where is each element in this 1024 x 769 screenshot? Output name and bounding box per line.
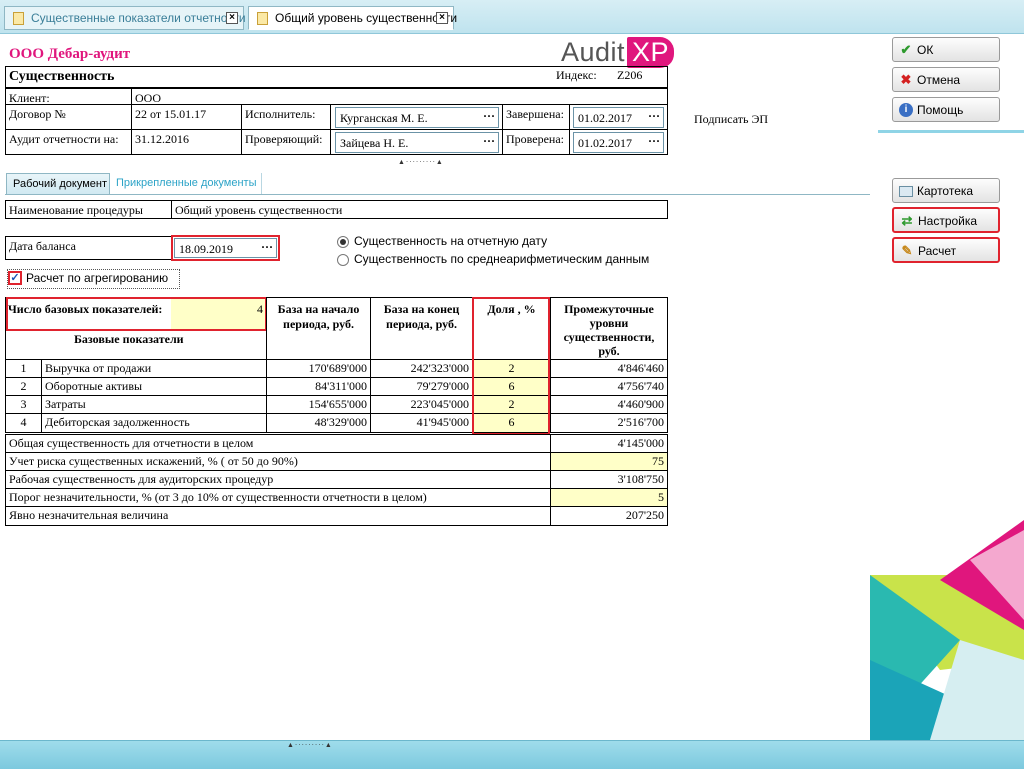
tab-working-document[interactable]: Рабочий документ bbox=[6, 173, 110, 195]
row-name: Затраты bbox=[41, 395, 267, 414]
folder-icon bbox=[899, 186, 913, 197]
client-value: ООО bbox=[131, 88, 668, 105]
status-bar bbox=[0, 740, 1024, 769]
radio-reporting-date[interactable] bbox=[337, 236, 349, 248]
row-start: 84'311'000 bbox=[266, 377, 371, 396]
bottom-splitter[interactable]: ▲·········▲ bbox=[287, 741, 333, 749]
calculator-icon: ✎ bbox=[901, 243, 913, 258]
decorative-shapes-graphic bbox=[870, 520, 1024, 740]
cancel-button[interactable]: ✖ Отмена bbox=[892, 67, 1000, 92]
row-start: 154'655'000 bbox=[266, 395, 371, 414]
auditxp-logo: Audit XP bbox=[561, 37, 675, 68]
row-number: 2 bbox=[5, 377, 42, 396]
tab-material-indicators[interactable]: Существенные показатели отчетности × bbox=[4, 6, 246, 30]
document-icon bbox=[257, 12, 268, 25]
completed-label: Завершена: bbox=[502, 104, 570, 130]
radio-label: Существенность по среднеарифметическим д… bbox=[354, 252, 650, 266]
col-end-header: База на конец периода, руб. bbox=[370, 297, 473, 360]
divider bbox=[878, 130, 1024, 133]
highlight-frame bbox=[171, 235, 280, 261]
card-file-button[interactable]: Картотека bbox=[892, 178, 1000, 203]
contract-value: 22 от 15.01.17 bbox=[131, 104, 242, 130]
calculate-button[interactable]: ✎ Расчет bbox=[892, 237, 1000, 263]
radio-average-data[interactable] bbox=[337, 254, 349, 266]
settings-icon: ⇄ bbox=[901, 213, 913, 228]
reviewer-field[interactable]: Зайцева Н. Е. ··· bbox=[335, 132, 499, 153]
summary-value: 3'108'750 bbox=[550, 470, 668, 489]
index-label: Индекс: bbox=[556, 68, 597, 82]
summary-label: Общая существенность для отчетности в це… bbox=[5, 434, 551, 453]
ok-button[interactable]: ✔ ОК bbox=[892, 37, 1000, 62]
row-start: 48'329'000 bbox=[266, 413, 371, 433]
aggregation-checkbox[interactable]: ✓ bbox=[8, 271, 22, 285]
row-number: 1 bbox=[5, 359, 42, 378]
ellipsis-icon[interactable]: ··· bbox=[483, 109, 495, 124]
row-end: 223'045'000 bbox=[370, 395, 473, 414]
tab-label: Существенные показатели отчетности bbox=[31, 11, 246, 25]
close-icon[interactable]: × bbox=[436, 12, 448, 24]
risk-percent-input[interactable]: 75 bbox=[550, 452, 668, 471]
balance-date-label: Дата баланса bbox=[5, 236, 172, 260]
reviewer-label: Проверяющий: bbox=[241, 129, 331, 155]
settings-button[interactable]: ⇄ Настройка bbox=[892, 207, 1000, 233]
document-icon bbox=[13, 12, 24, 25]
completed-date-field[interactable]: 01.02.2017 ··· bbox=[573, 107, 664, 128]
row-end: 79'279'000 bbox=[370, 377, 473, 396]
row-level: 2'516'700 bbox=[550, 413, 668, 433]
checked-label: Проверена: bbox=[502, 129, 570, 155]
tab-overall-materiality[interactable]: Общий уровень существенности × bbox=[248, 6, 458, 30]
row-number: 3 bbox=[5, 395, 42, 414]
index-value: Z206 bbox=[617, 68, 643, 82]
procedure-label: Наименование процедуры bbox=[5, 200, 172, 219]
document-tab-bar: Существенные показатели отчетности × Общ… bbox=[0, 0, 1024, 34]
header-splitter[interactable]: ▲·········▲ bbox=[398, 158, 444, 166]
highlight-frame bbox=[472, 297, 550, 435]
row-level: 4'460'900 bbox=[550, 395, 668, 414]
row-level: 4'846'460 bbox=[550, 359, 668, 378]
summary-label: Учет риска существенных искажений, % ( о… bbox=[5, 452, 551, 471]
audit-label: Аудит отчетности на: bbox=[5, 129, 132, 155]
sign-ep-label[interactable]: Подписать ЭП bbox=[694, 112, 768, 127]
row-level: 4'756'740 bbox=[550, 377, 668, 396]
client-label: Клиент: bbox=[5, 88, 132, 105]
radio-label: Существенность на отчетную дату bbox=[354, 234, 548, 248]
executor-label: Исполнитель: bbox=[241, 104, 331, 130]
base-indicators-label: Базовые показатели bbox=[74, 332, 184, 346]
threshold-percent-input[interactable]: 5 bbox=[550, 488, 668, 507]
row-number: 4 bbox=[5, 413, 42, 433]
summary-label: Явно незначительная величина bbox=[5, 506, 551, 526]
summary-value: 4'145'000 bbox=[550, 434, 668, 453]
summary-label: Рабочая существенность для аудиторских п… bbox=[5, 470, 551, 489]
divider bbox=[5, 194, 870, 195]
ellipsis-icon[interactable]: ··· bbox=[648, 134, 660, 149]
ellipsis-icon[interactable]: ··· bbox=[483, 134, 495, 149]
checked-date-field[interactable]: 01.02.2017 ··· bbox=[573, 132, 664, 153]
help-button[interactable]: i Помощь bbox=[892, 97, 1000, 122]
check-icon: ✔ bbox=[900, 42, 912, 57]
tab-label: Общий уровень существенности bbox=[275, 11, 458, 25]
cross-icon: ✖ bbox=[900, 72, 912, 87]
row-end: 41'945'000 bbox=[370, 413, 473, 433]
info-icon: i bbox=[899, 103, 913, 117]
company-name: ООО Дебар-аудит bbox=[9, 46, 131, 62]
col-start-header: База на начало периода, руб. bbox=[266, 297, 371, 360]
close-icon[interactable]: × bbox=[226, 12, 238, 24]
highlight-frame bbox=[6, 297, 267, 331]
col-levels-header: Промежуточные уровни существенности, руб… bbox=[550, 297, 668, 360]
summary-label: Порог незначительности, % (от 3 до 10% о… bbox=[5, 488, 551, 507]
procedure-value: Общий уровень существенности bbox=[171, 200, 668, 219]
summary-value: 207'250 bbox=[550, 506, 668, 526]
row-name: Дебиторская задолженность bbox=[41, 413, 267, 433]
ellipsis-icon[interactable]: ··· bbox=[648, 109, 660, 124]
row-name: Выручка от продажи bbox=[41, 359, 267, 378]
row-name: Оборотные активы bbox=[41, 377, 267, 396]
row-end: 242'323'000 bbox=[370, 359, 473, 378]
executor-field[interactable]: Курганская М. Е. ··· bbox=[335, 107, 499, 128]
tab-attached-documents[interactable]: Прикрепленные документы bbox=[110, 173, 262, 195]
contract-label: Договор № bbox=[5, 104, 132, 130]
aggregation-label: Расчет по агрегированию bbox=[26, 271, 169, 285]
row-start: 170'689'000 bbox=[266, 359, 371, 378]
audit-value: 31.12.2016 bbox=[131, 129, 242, 155]
